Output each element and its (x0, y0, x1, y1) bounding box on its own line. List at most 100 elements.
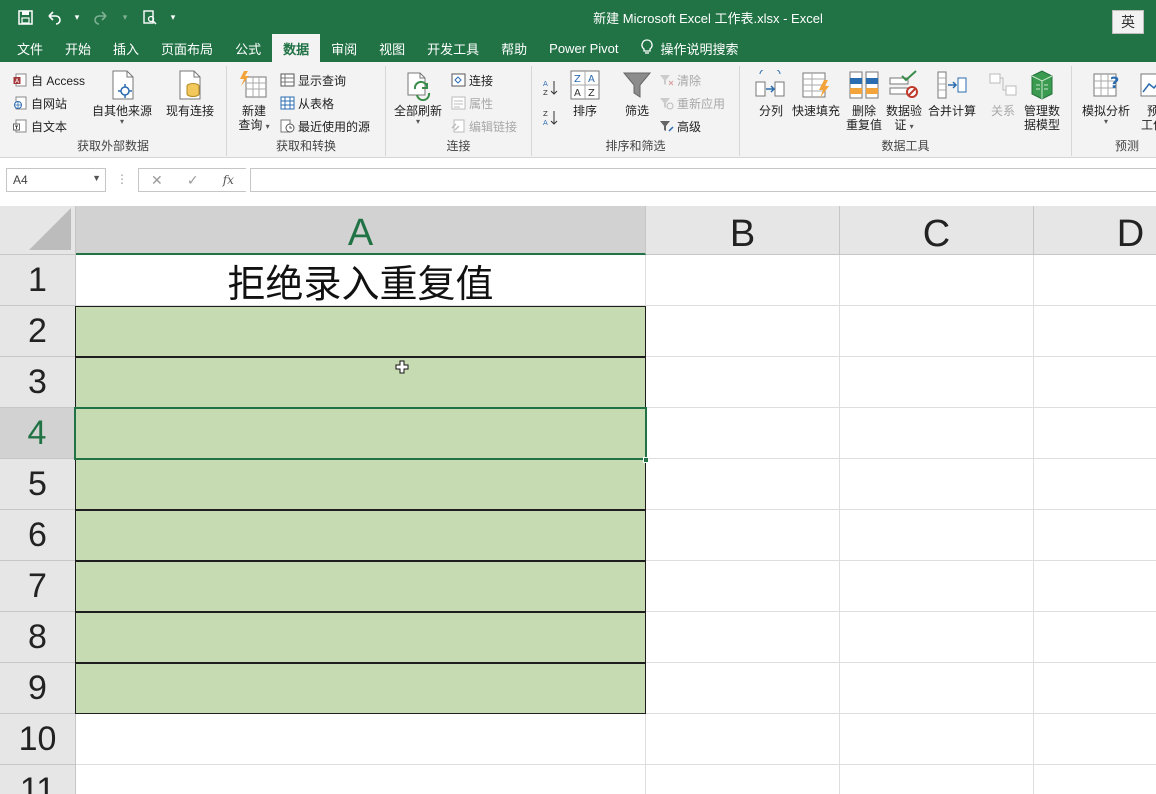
cell-a9[interactable] (75, 663, 646, 714)
select-all-button[interactable] (0, 206, 76, 255)
row-header-5[interactable]: 5 (0, 459, 76, 510)
row-header-6[interactable]: 6 (0, 510, 76, 561)
chevron-down-icon[interactable]: ▼ (92, 173, 101, 183)
cell-c5[interactable] (840, 459, 1034, 510)
cell-b3[interactable] (646, 357, 840, 408)
cell-c10[interactable] (840, 714, 1034, 765)
row-header-2[interactable]: 2 (0, 306, 76, 357)
forecast-sheet-button[interactable]: 预 工作 (1136, 68, 1156, 132)
manage-data-model-button[interactable]: 管理数 据模型 (1024, 68, 1060, 132)
tab-page-layout[interactable]: 页面布局 (150, 34, 224, 62)
cell-a2[interactable] (75, 306, 646, 357)
row-header-9[interactable]: 9 (0, 663, 76, 714)
formula-input[interactable] (250, 168, 1156, 192)
cell-d10[interactable] (1034, 714, 1156, 765)
recent-sources-button[interactable]: 最近使用的源 (279, 116, 370, 136)
cell-a10[interactable] (76, 714, 646, 765)
column-header-d[interactable]: D (1034, 206, 1156, 255)
cell-d2[interactable] (1034, 306, 1156, 357)
cell-c7[interactable] (840, 561, 1034, 612)
cell-d8[interactable] (1034, 612, 1156, 663)
cell-b1[interactable] (646, 255, 840, 306)
tab-help[interactable]: 帮助 (490, 34, 538, 62)
text-to-columns-button[interactable]: 分列 (754, 68, 788, 118)
row-header-8[interactable]: 8 (0, 612, 76, 663)
show-queries-button[interactable]: 显示查询 (279, 70, 346, 90)
cell-c8[interactable] (840, 612, 1034, 663)
enter-icon[interactable]: ✓ (187, 172, 199, 189)
remove-duplicates-button[interactable]: 删除 重复值 (846, 68, 882, 132)
cell-c9[interactable] (840, 663, 1034, 714)
from-access-button[interactable]: A 自 Access (12, 70, 85, 90)
row-header-10[interactable]: 10 (0, 714, 76, 765)
row-header-4[interactable]: 4 (0, 408, 76, 459)
advanced-filter-button[interactable]: 高级 (658, 116, 701, 136)
ime-indicator[interactable]: 英 (1112, 10, 1144, 34)
data-validation-button[interactable]: 数据验 证 ▾ (886, 68, 922, 132)
column-header-b[interactable]: B (646, 206, 840, 255)
cell-b5[interactable] (646, 459, 840, 510)
cell-a6[interactable] (75, 510, 646, 561)
tell-me-search[interactable]: 操作说明搜索 (630, 34, 750, 62)
column-header-c[interactable]: C (840, 206, 1034, 255)
cell-b7[interactable] (646, 561, 840, 612)
from-text-button[interactable]: 自文本 (12, 116, 67, 136)
cell-b2[interactable] (646, 306, 840, 357)
new-query-button[interactable]: 新建 查询 ▾ (237, 68, 271, 132)
cell-c6[interactable] (840, 510, 1034, 561)
cell-b10[interactable] (646, 714, 840, 765)
cell-b8[interactable] (646, 612, 840, 663)
tab-developer[interactable]: 开发工具 (416, 34, 490, 62)
cell-c2[interactable] (840, 306, 1034, 357)
cell-a5[interactable] (75, 459, 646, 510)
cell-b6[interactable] (646, 510, 840, 561)
sort-button[interactable]: ZAAZ 排序 (568, 68, 602, 118)
cell-a11[interactable] (76, 765, 646, 794)
from-web-button[interactable]: 自网站 (12, 93, 67, 113)
row-header-7[interactable]: 7 (0, 561, 76, 612)
cell-d5[interactable] (1034, 459, 1156, 510)
flash-fill-button[interactable]: 快速填充 (792, 68, 840, 118)
cell-c11[interactable] (840, 765, 1034, 794)
formula-bar-grip[interactable]: ⋮ (116, 172, 128, 186)
tab-view[interactable]: 视图 (368, 34, 416, 62)
cell-a3[interactable] (75, 357, 646, 408)
tab-insert[interactable]: 插入 (102, 34, 150, 62)
cell-c1[interactable] (840, 255, 1034, 306)
cell-a4[interactable] (75, 408, 646, 459)
row-header-1[interactable]: 1 (0, 255, 76, 306)
cell-b11[interactable] (646, 765, 840, 794)
filter-button[interactable]: 筛选 (620, 68, 654, 118)
existing-connections-button[interactable]: 现有连接 (166, 68, 214, 118)
cell-c4[interactable] (840, 408, 1034, 459)
name-box[interactable]: A4 ▼ (6, 168, 106, 192)
fill-handle[interactable] (643, 457, 649, 463)
column-header-a[interactable]: A (76, 206, 646, 255)
tab-power-pivot[interactable]: Power Pivot (538, 34, 629, 62)
tab-home[interactable]: 开始 (54, 34, 102, 62)
cell-c3[interactable] (840, 357, 1034, 408)
sort-descending-button[interactable]: ZA (542, 108, 558, 128)
tab-data[interactable]: 数据 (272, 34, 321, 62)
sort-ascending-button[interactable]: AZ (542, 78, 558, 98)
connections-button[interactable]: 连接 (450, 70, 493, 90)
cell-d4[interactable] (1034, 408, 1156, 459)
tab-formulas[interactable]: 公式 (224, 34, 272, 62)
cell-b4[interactable] (646, 408, 840, 459)
cell-d11[interactable] (1034, 765, 1156, 794)
cell-b9[interactable] (646, 663, 840, 714)
cell-a1[interactable]: 拒绝录入重复值 (76, 255, 646, 306)
from-table-button[interactable]: 从表格 (279, 93, 334, 113)
cell-d3[interactable] (1034, 357, 1156, 408)
tab-file[interactable]: 文件 (6, 34, 54, 62)
cell-d6[interactable] (1034, 510, 1156, 561)
row-header-3[interactable]: 3 (0, 357, 76, 408)
cell-d9[interactable] (1034, 663, 1156, 714)
cell-a7[interactable] (75, 561, 646, 612)
insert-function-icon[interactable]: fx (223, 173, 234, 187)
what-if-analysis-button[interactable]: ? 模拟分析 ▾ (1082, 68, 1130, 126)
cell-d7[interactable] (1034, 561, 1156, 612)
refresh-all-button[interactable]: 全部刷新 ▾ (394, 68, 442, 126)
consolidate-button[interactable]: 合并计算 (928, 68, 976, 118)
tab-review[interactable]: 审阅 (320, 34, 368, 62)
